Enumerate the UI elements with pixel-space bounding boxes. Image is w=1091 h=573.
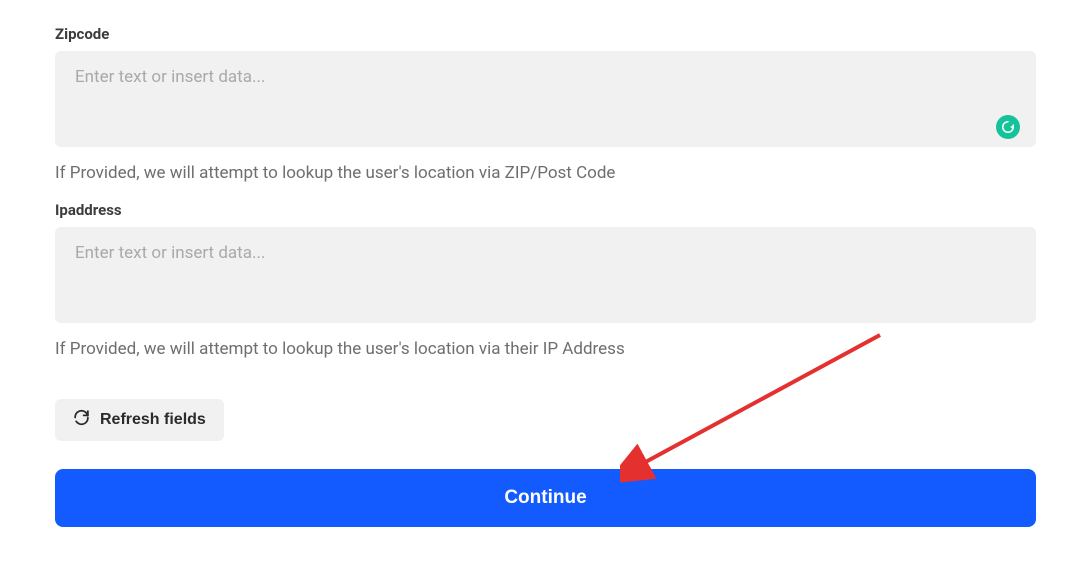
zipcode-input-wrapper: [55, 51, 1036, 151]
zipcode-field-group: Zipcode If Provided, we will attempt to …: [55, 25, 1036, 183]
ipaddress-help-text: If Provided, we will attempt to lookup t…: [55, 339, 1036, 359]
zipcode-help-text: If Provided, we will attempt to lookup t…: [55, 163, 1036, 183]
ipaddress-field-group: Ipaddress If Provided, we will attempt t…: [55, 201, 1036, 359]
continue-button-label: Continue: [504, 487, 586, 508]
refresh-icon: [73, 409, 90, 431]
ipaddress-input-wrapper: [55, 227, 1036, 327]
ipaddress-input[interactable]: [55, 227, 1036, 323]
zipcode-input[interactable]: [55, 51, 1036, 147]
continue-button[interactable]: Continue: [55, 469, 1036, 527]
refresh-fields-button[interactable]: Refresh fields: [55, 399, 224, 441]
ipaddress-label: Ipaddress: [55, 201, 1036, 219]
refresh-button-label: Refresh fields: [100, 411, 206, 429]
grammarly-icon[interactable]: [996, 115, 1020, 139]
zipcode-label: Zipcode: [55, 25, 1036, 43]
